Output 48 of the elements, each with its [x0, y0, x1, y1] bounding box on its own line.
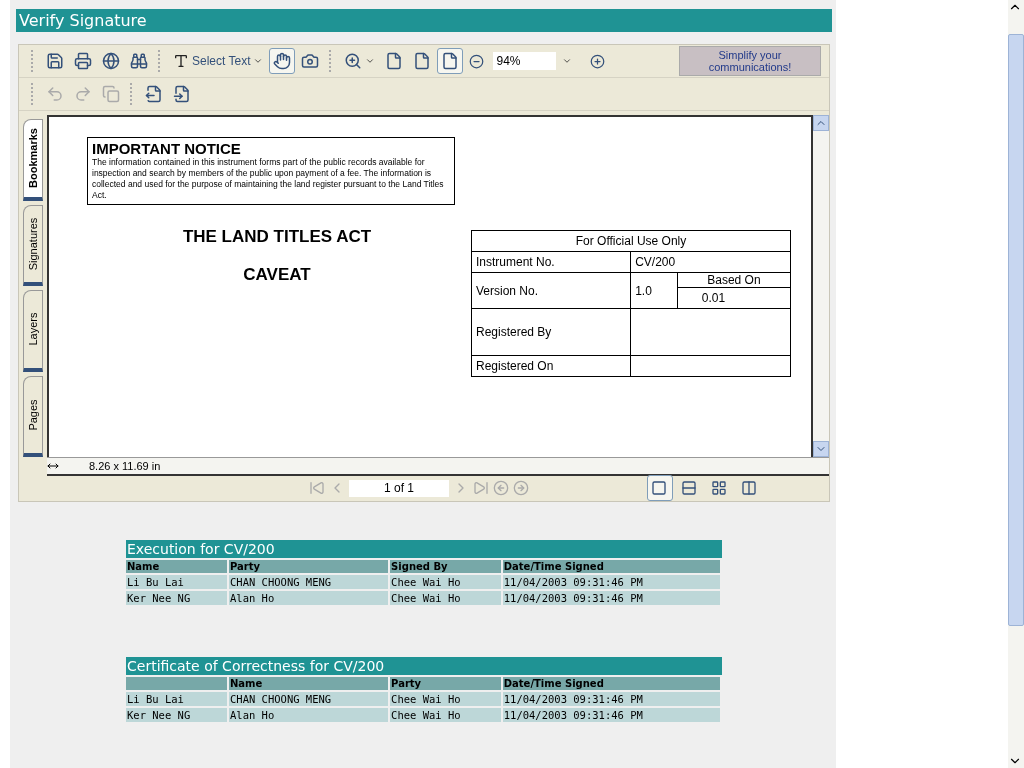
column-header: Party: [229, 560, 391, 573]
select-text-button[interactable]: Select Text: [169, 48, 268, 74]
table-cell: Based On: [677, 272, 791, 288]
page-size-text: 8.26 x 11.69 in: [88, 460, 162, 472]
table-cell: 1.0: [630, 272, 678, 309]
table-cell: Ker Nee NG: [126, 708, 229, 722]
side-tab[interactable]: Pages: [23, 375, 43, 457]
table-cell: Chee Wai Ho: [390, 591, 503, 605]
table-cell: CHAN CHOONG MENG: [229, 575, 391, 589]
side-tab[interactable]: Bookmarks: [23, 119, 43, 201]
table-cell: 11/04/2003 09:31:46 PM: [502, 708, 722, 722]
table-cell: Li Bu Lai: [126, 575, 229, 589]
notice-title: IMPORTANT NOTICE: [92, 140, 242, 157]
table-cell: Instrument No.: [471, 251, 631, 273]
table-cell: Version No.: [471, 272, 631, 309]
act-title: THE LAND TITLES ACT: [182, 227, 372, 247]
table-cell: 11/04/2003 09:31:46 PM: [502, 692, 722, 706]
table-cell: Ker Nee NG: [126, 591, 229, 605]
table-cell: Chee Wai Ho: [390, 575, 503, 589]
table-cell: Chee Wai Ho: [390, 708, 503, 722]
table-cell: Alan Ho: [229, 708, 391, 722]
column-header: Party: [390, 677, 503, 690]
ad-banner[interactable]: Simplify your communications!: [679, 46, 821, 76]
section-title: Certificate of Correctness for CV/200: [126, 657, 722, 675]
column-header: Name: [126, 560, 229, 573]
column-header: Date/Time Signed: [502, 677, 722, 690]
table-cell: 0.01: [677, 287, 791, 309]
table-cell: Registered On: [471, 355, 631, 377]
table-cell: Registered By: [471, 308, 631, 356]
zoom-field[interactable]: 94%: [493, 52, 557, 70]
table-cell: For Official Use Only: [471, 230, 791, 252]
table-cell: 11/04/2003 09:31:46 PM: [502, 591, 722, 605]
window-title: Verify Signature: [16, 9, 832, 32]
table-cell: CV/200: [630, 251, 791, 273]
table-cell: Chee Wai Ho: [390, 692, 503, 706]
notice-text: The information contained in this instrument forms part of the public records available for inspection and search by members of the public upon payment of a fee. The information is collected and used for the purpose of maintaining the land register pursuant to the Land Titles Act.: [92, 157, 445, 201]
side-tab[interactable]: Layers: [23, 290, 43, 372]
table-cell: CHAN CHOONG MENG: [229, 692, 391, 706]
column-header: Name: [229, 677, 391, 690]
side-tab[interactable]: Signatures: [23, 204, 43, 286]
document-type: CAVEAT: [243, 265, 311, 285]
section-title: Execution for CV/200: [126, 540, 722, 558]
table-cell: Alan Ho: [229, 591, 391, 605]
column-header: Signed By: [390, 560, 503, 573]
column-header: Date/Time Signed: [502, 560, 722, 573]
page-number-field[interactable]: 1 of 1: [349, 479, 449, 497]
table-cell: Li Bu Lai: [126, 692, 229, 706]
table-cell: 11/04/2003 09:31:46 PM: [502, 575, 722, 589]
